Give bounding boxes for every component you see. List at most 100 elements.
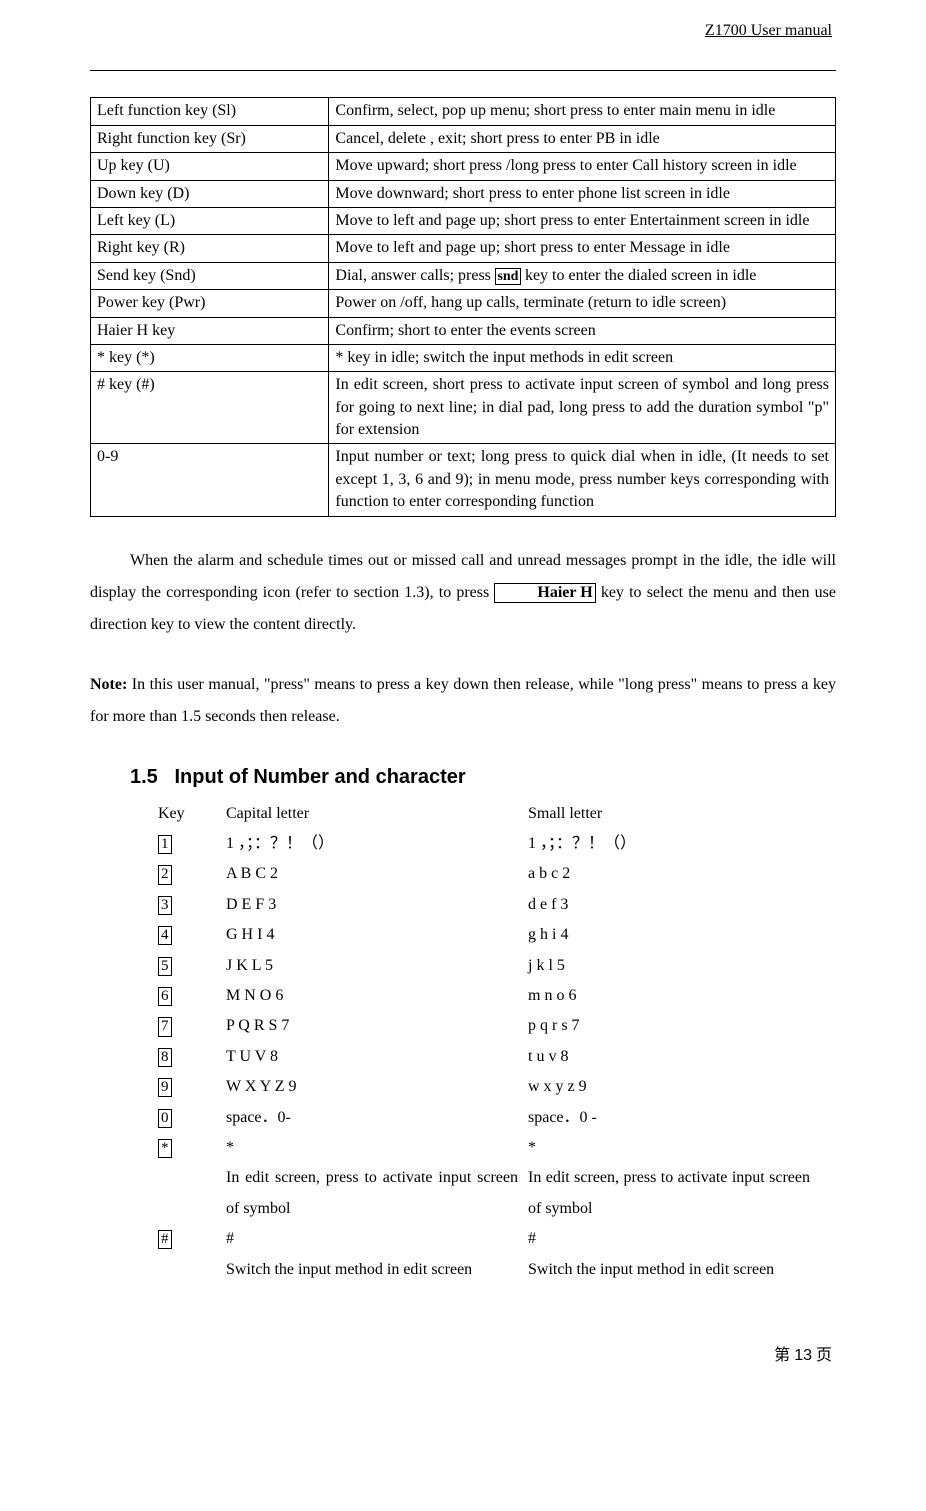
capital-cell: # (226, 1224, 528, 1254)
key-name-cell: Right key (R) (91, 235, 329, 262)
small-cell: g h i 4 (528, 920, 816, 950)
key-function-table: Left function key (Sl)Confirm, select, p… (90, 97, 836, 516)
keypad-key-box: # (158, 1230, 172, 1249)
input-header-row: Key Capital letter Small letter (158, 799, 816, 829)
key-name-cell: # key (#) (91, 372, 329, 444)
keypad-key-box: 0 (158, 1109, 172, 1128)
capital-cell: P Q R S 7 (226, 1011, 528, 1041)
table-row: 0-9Input number or text; long press to q… (91, 444, 836, 516)
table-row: Down key (D)Move downward; short press t… (91, 180, 836, 207)
key-name-cell: Left function key (Sl) (91, 98, 329, 125)
key-desc-cell: Move upward; short press /long press to … (329, 153, 836, 180)
keypad-key-box: 6 (158, 987, 172, 1006)
capital-cell: space．0- (226, 1103, 528, 1133)
input-key-cell: 8 (158, 1042, 226, 1072)
key-desc-cell: Confirm; short to enter the events scree… (329, 317, 836, 344)
footer-num: 13 (794, 1347, 812, 1364)
table-row: Left key (L)Move to left and page up; sh… (91, 207, 836, 234)
key-name-cell: Down key (D) (91, 180, 329, 207)
key-name-cell: Power key (Pwr) (91, 290, 329, 317)
input-row-desc: Switch the input method in edit screenSw… (158, 1255, 816, 1285)
input-row: 3D E F 3d e f 3 (158, 890, 816, 920)
input-row: 2A B C 2a b c 2 (158, 859, 816, 889)
haier-h-key-box: Haier H (494, 583, 595, 603)
paragraph-alarm: When the alarm and schedule times out or… (90, 545, 836, 641)
input-key-cell: 7 (158, 1011, 226, 1041)
key-desc-cell: In edit screen, short press to activate … (329, 372, 836, 444)
key-name-cell: Up key (U) (91, 153, 329, 180)
note-text: In this user manual, "press" means to pr… (90, 676, 836, 725)
page-header-title: Z1700 User manual (90, 20, 836, 42)
input-row: 8T U V 8t u v 8 (158, 1042, 816, 1072)
key-desc-cell: Input number or text; long press to quic… (329, 444, 836, 516)
key-desc-cell: Move to left and page up; short press to… (329, 207, 836, 234)
input-row-desc: In edit screen, press to activate input … (158, 1163, 816, 1224)
input-row: ### (158, 1224, 816, 1254)
capital-desc-cell: Switch the input method in edit screen (226, 1255, 528, 1285)
input-row: 9W X Y Z 9w x y z 9 (158, 1072, 816, 1102)
keypad-key-box: * (158, 1139, 172, 1158)
key-name-cell: Haier H key (91, 317, 329, 344)
key-desc-cell: * key in idle; switch the input methods … (329, 344, 836, 371)
table-row: Right key (R)Move to left and page up; s… (91, 235, 836, 262)
key-name-cell: Send key (Snd) (91, 262, 329, 289)
capital-cell: M N O 6 (226, 981, 528, 1011)
key-desc-cell: Move downward; short press to enter phon… (329, 180, 836, 207)
input-row: 5J K L 5j k l 5 (158, 951, 816, 981)
input-header-cap: Capital letter (226, 799, 528, 829)
table-row: Send key (Snd)Dial, answer calls; press … (91, 262, 836, 289)
key-name-cell: Right function key (Sr) (91, 125, 329, 152)
key-desc-cell: Dial, answer calls; press snd key to ent… (329, 262, 836, 289)
table-row: # key (#)In edit screen, short press to … (91, 372, 836, 444)
input-row: 6 M N O 6m n o 6 (158, 981, 816, 1011)
capital-cell: J K L 5 (226, 951, 528, 981)
keypad-key-box: 4 (158, 926, 172, 945)
keypad-key-box: 5 (158, 957, 172, 976)
key-name-cell: * key (*) (91, 344, 329, 371)
key-desc-cell: Confirm, select, pop up menu; short pres… (329, 98, 836, 125)
input-key-cell: # (158, 1224, 226, 1254)
small-cell: * (528, 1133, 816, 1163)
section-num: 1.5 (130, 766, 158, 788)
input-row: 7P Q R S 7p q r s 7 (158, 1011, 816, 1041)
input-row: 4 G H I 4g h i 4 (158, 920, 816, 950)
input-header-key: Key (158, 799, 226, 829)
key-name-cell: 0-9 (91, 444, 329, 516)
small-cell: d e f 3 (528, 890, 816, 920)
key-desc-cell: Move to left and page up; short press to… (329, 235, 836, 262)
capital-cell: G H I 4 (226, 920, 528, 950)
small-cell: p q r s 7 (528, 1011, 816, 1041)
input-key-cell: 2 (158, 859, 226, 889)
input-char-table: Key Capital letter Small letter 1 1 ，；：？！… (158, 799, 816, 1285)
capital-cell: W X Y Z 9 (226, 1072, 528, 1102)
note-label: Note: (90, 676, 127, 693)
input-key-cell: 9 (158, 1072, 226, 1102)
table-row: Up key (U)Move upward; short press /long… (91, 153, 836, 180)
table-row: * key (*)* key in idle; switch the input… (91, 344, 836, 371)
input-header-sml: Small letter (528, 799, 816, 829)
paragraph-note: Note: In this user manual, "press" means… (90, 669, 836, 733)
keypad-key-box: 3 (158, 896, 172, 915)
page-footer: 第 13 页 (90, 1345, 836, 1367)
small-cell: # (528, 1224, 816, 1254)
snd-key-box: snd (495, 268, 521, 285)
input-key-cell: 3 (158, 890, 226, 920)
input-row: 0space．0-space．0 - (158, 1103, 816, 1133)
input-row: *** (158, 1133, 816, 1163)
input-key-cell: 0 (158, 1103, 226, 1133)
key-desc-cell: Power on /off, hang up calls, terminate … (329, 290, 836, 317)
small-cell: 1 ，；：？！（） (528, 829, 816, 859)
key-desc-cell: Cancel, delete , exit; short press to en… (329, 125, 836, 152)
capital-cell: T U V 8 (226, 1042, 528, 1072)
table-row: Right function key (Sr)Cancel, delete , … (91, 125, 836, 152)
table-row: Haier H keyConfirm; short to enter the e… (91, 317, 836, 344)
input-key-cell: 1 (158, 829, 226, 859)
keypad-key-box: 9 (158, 1078, 172, 1097)
small-cell: m n o 6 (528, 981, 816, 1011)
key-name-cell: Left key (L) (91, 207, 329, 234)
table-row: Left function key (Sl)Confirm, select, p… (91, 98, 836, 125)
header-rule (90, 70, 836, 71)
input-key-cell: 6 (158, 981, 226, 1011)
small-cell: a b c 2 (528, 859, 816, 889)
input-key-cell: 4 (158, 920, 226, 950)
